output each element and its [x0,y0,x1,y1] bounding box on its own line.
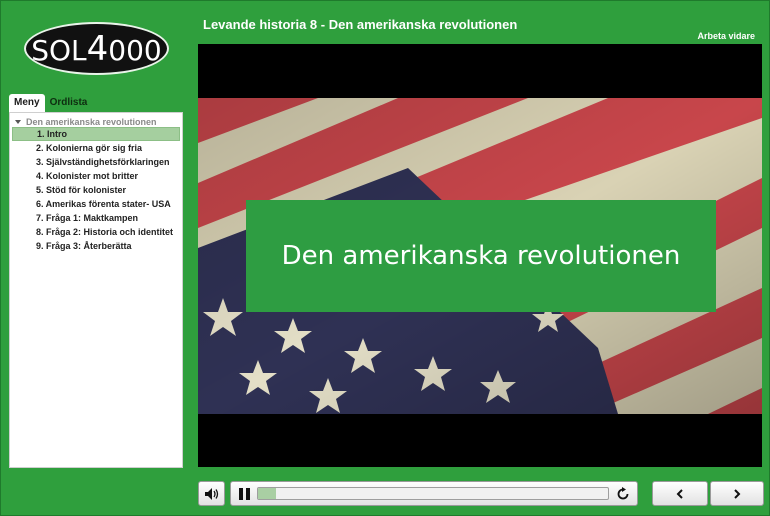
video-player[interactable]: Den amerikanska revolutionen [198,44,762,467]
menu-item-8[interactable]: 8. Fråga 2: Historia och identitet [10,225,182,239]
menu-item-intro[interactable]: 1. Intro [12,127,180,141]
speaker-icon [204,487,218,500]
app-frame: SOL4000 Levande historia 8 - Den amerika… [0,0,770,516]
menu-item-9[interactable]: 9. Fråga 3: Återberätta [10,239,182,253]
menu-panel: Den amerikanska revolutionen 1. Intro 2.… [9,112,183,468]
chevron-right-icon [734,488,741,499]
menu-item-5[interactable]: 5. Stöd för kolonister [10,183,182,197]
continue-link[interactable]: Arbeta vidare [697,31,755,41]
tab-menu[interactable]: Meny [9,94,45,113]
menu-item-6[interactable]: 6. Amerikas förenta stater- USA [10,197,182,211]
sidebar-tabs: Meny Ordlista [9,94,92,113]
menu-root-item[interactable]: Den amerikanska revolutionen [10,113,182,127]
sol4000-logo: SOL4000 [24,22,169,75]
pause-icon[interactable] [239,488,250,500]
menu-item-2[interactable]: 2. Kolonierna gör sig fria [10,141,182,155]
menu-item-7[interactable]: 7. Fråga 1: Maktkampen [10,211,182,225]
chevron-left-icon [676,488,683,499]
logo-text: SOL4000 [31,28,162,69]
triangle-down-icon [15,119,21,124]
previous-button[interactable] [652,481,708,506]
menu-item-3[interactable]: 3. Självständighetsförklaringen [10,155,182,169]
player-controls [230,481,638,506]
progress-fill [258,488,276,499]
video-title-text: Den amerikanska revolutionen [281,241,681,271]
tab-glossary[interactable]: Ordlista [45,94,93,113]
progress-bar[interactable] [257,487,609,500]
menu-item-4[interactable]: 4. Kolonister mot britter [10,169,182,183]
menu-root-label: Den amerikanska revolutionen [26,116,157,127]
course-title: Levande historia 8 - Den amerikanska rev… [203,17,518,32]
next-button[interactable] [710,481,764,506]
video-title-overlay: Den amerikanska revolutionen [246,200,716,312]
volume-button[interactable] [198,481,225,506]
replay-icon[interactable] [616,487,630,501]
